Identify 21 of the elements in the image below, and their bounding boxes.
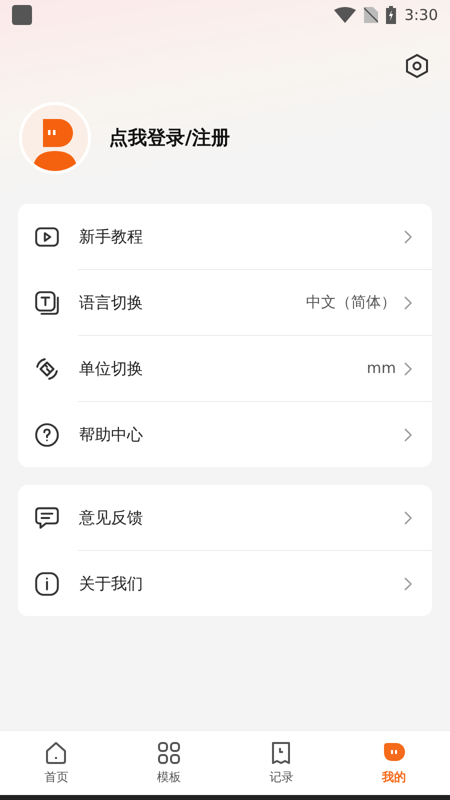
wifi-icon xyxy=(334,7,356,23)
login-link[interactable]: 点我登录/注册 xyxy=(109,124,230,152)
info-icon xyxy=(34,570,60,596)
settings-icon[interactable] xyxy=(404,53,430,79)
chevron-right-icon xyxy=(404,576,412,590)
message-icon xyxy=(34,504,60,530)
battery-charging-icon xyxy=(386,6,396,24)
chevron-right-icon xyxy=(404,362,412,376)
chevron-right-icon xyxy=(404,428,412,442)
help-icon xyxy=(34,422,60,448)
menu-value: mm xyxy=(366,358,396,380)
notification-icon xyxy=(12,5,32,25)
chevron-right-icon xyxy=(404,510,412,524)
text-icon xyxy=(34,290,60,316)
ruler-icon xyxy=(34,356,60,382)
menu-value: 中文（简体） xyxy=(306,292,396,314)
chevron-right-icon xyxy=(404,230,412,244)
grid-icon xyxy=(156,740,182,766)
no-sim-icon xyxy=(364,7,378,23)
chevron-right-icon xyxy=(404,296,412,310)
clock-time: 3:30 xyxy=(404,4,438,26)
